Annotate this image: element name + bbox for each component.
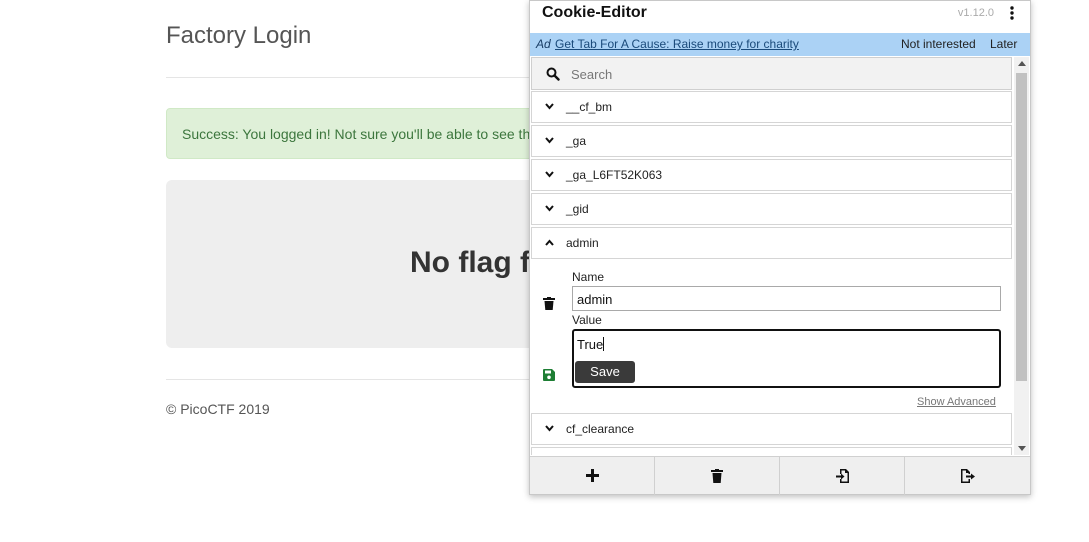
ad-link[interactable]: Get Tab For A Cause: Raise money for cha… <box>555 37 799 51</box>
scroll-thumb[interactable] <box>1016 73 1027 381</box>
cookie-list: Search __cf_bm _ga _ga_L6FT52K063 _gid a… <box>530 57 1013 455</box>
value-field[interactable]: True Save <box>572 329 1001 388</box>
export-icon <box>961 469 975 483</box>
cookie-name: _ga_L6FT52K063 <box>566 168 663 182</box>
footer-copyright: © PicoCTF 2019 <box>166 401 270 417</box>
import-icon <box>836 469 849 483</box>
ad-label: Ad <box>536 37 551 51</box>
kebab-menu-icon[interactable] <box>1006 4 1018 22</box>
bottom-toolbar <box>530 456 1030 495</box>
save-icon[interactable] <box>543 369 555 381</box>
jumbotron-text: No flag f <box>410 246 530 279</box>
page-title: Factory Login <box>166 22 312 49</box>
chevron-down-icon <box>545 103 554 110</box>
app-title: Cookie-Editor <box>542 4 647 21</box>
trash-icon <box>711 469 723 483</box>
cookie-row-cf-clearance[interactable]: cf_clearance <box>531 413 1012 445</box>
cookie-row-ga-l6ft52k063[interactable]: _ga_L6FT52K063 <box>531 159 1012 191</box>
version-label: v1.12.0 <box>957 7 994 19</box>
cookie-row-partial[interactable] <box>531 447 1012 455</box>
cookie-editor-popup: Cookie-Editor v1.12.0 Ad Get Tab For A C… <box>529 0 1031 495</box>
popup-titlebar: Cookie-Editor v1.12.0 <box>530 1 1030 33</box>
delete-all-button[interactable] <box>655 457 780 495</box>
scroll-up-arrow[interactable] <box>1018 61 1026 66</box>
value-label: Value <box>572 313 602 327</box>
ad-later-button[interactable]: Later <box>990 37 1017 51</box>
ad-not-interested-button[interactable]: Not interested <box>901 37 976 51</box>
name-label: Name <box>572 270 605 284</box>
cookie-row-ga[interactable]: _ga <box>531 125 1012 157</box>
import-button[interactable] <box>780 457 905 495</box>
search-bar[interactable]: Search <box>531 57 1012 90</box>
chevron-down-icon <box>545 137 554 144</box>
add-cookie-button[interactable] <box>530 457 655 495</box>
export-button[interactable] <box>905 457 1030 495</box>
cookie-row-admin[interactable]: admin <box>531 227 1012 259</box>
save-button[interactable]: Save <box>575 361 635 383</box>
chevron-down-icon <box>545 171 554 178</box>
chevron-down-icon <box>545 425 554 432</box>
cookie-name: cf_clearance <box>566 422 635 436</box>
cookie-name: _gid <box>566 202 589 216</box>
scroll-down-arrow[interactable] <box>1018 446 1026 451</box>
value-text: True <box>577 337 605 352</box>
cookie-row-gid[interactable]: _gid <box>531 193 1012 225</box>
cookie-name: __cf_bm <box>566 100 613 114</box>
plus-icon <box>586 469 599 482</box>
show-advanced-link[interactable]: Show Advanced <box>917 396 996 408</box>
chevron-up-icon <box>545 239 554 246</box>
cookie-editor-panel: Name admin Value True Save Show Advanced <box>531 261 1012 413</box>
chevron-down-icon <box>545 205 554 212</box>
cookie-row-cf-bm[interactable]: __cf_bm <box>531 91 1012 123</box>
cookie-name: admin <box>566 236 599 250</box>
name-field[interactable]: admin <box>572 286 1001 311</box>
ad-bar: Ad Get Tab For A Cause: Raise money for … <box>530 33 1030 56</box>
search-input[interactable]: Search <box>571 67 612 82</box>
cookie-name: _ga <box>566 134 587 148</box>
scrollbar[interactable] <box>1014 57 1029 455</box>
search-icon <box>546 67 560 81</box>
trash-icon[interactable] <box>543 297 555 310</box>
